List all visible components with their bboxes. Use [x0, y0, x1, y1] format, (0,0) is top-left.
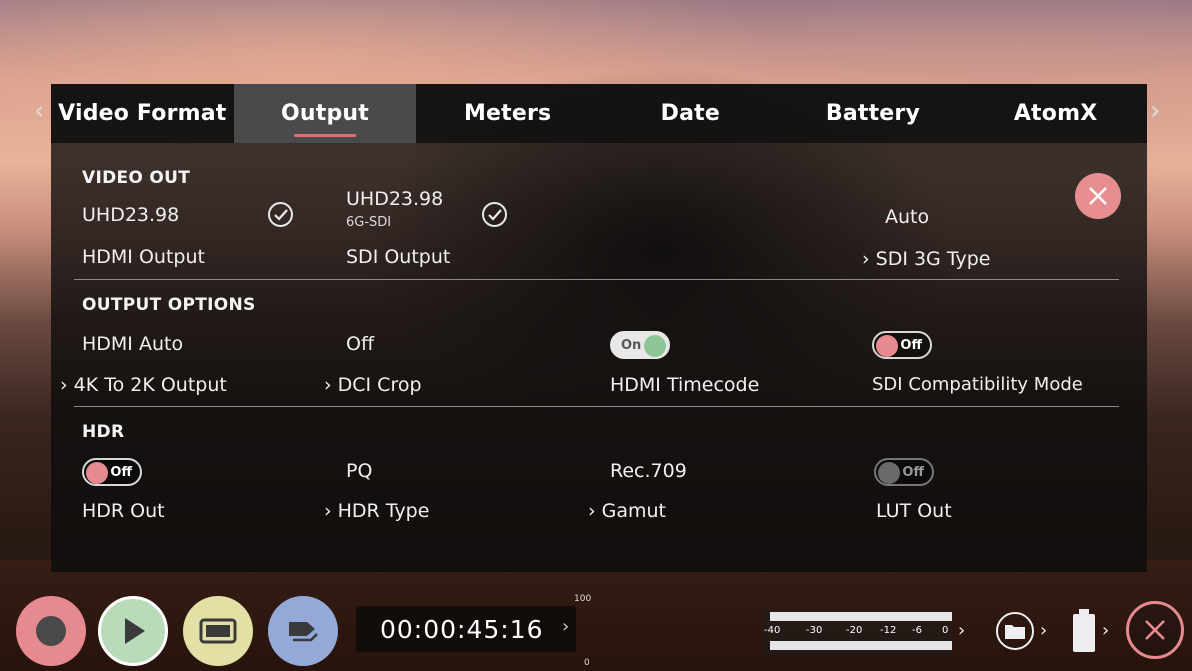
- meter-chevron-icon[interactable]: ›: [958, 620, 965, 641]
- 4k-to-2k-output-value[interactable]: HDMI Auto: [82, 335, 183, 354]
- timecode-display[interactable]: 00:00:45:16: [356, 606, 576, 652]
- gamut-value[interactable]: Rec.709: [610, 462, 687, 481]
- meter-label: -6: [912, 625, 922, 636]
- audio-meter-bar-left: [770, 612, 952, 621]
- media-folder-button[interactable]: [996, 612, 1034, 650]
- sdi-output-value[interactable]: UHD23.98: [346, 190, 443, 209]
- monitor-icon: [199, 618, 237, 644]
- hdr-type-value[interactable]: PQ: [346, 462, 372, 481]
- tab-output[interactable]: Output: [233, 84, 417, 143]
- section-title-output-options: OUTPUT OPTIONS: [82, 295, 256, 315]
- lut-out-label: LUT Out: [876, 500, 952, 522]
- toggle-state: Off: [900, 338, 922, 353]
- dci-crop-value[interactable]: Off: [346, 335, 374, 354]
- toggle-knob: [644, 335, 666, 357]
- toggle-knob: [878, 462, 900, 484]
- tabs-prev-arrow[interactable]: ‹: [34, 96, 44, 126]
- section-title-hdr: HDR: [82, 422, 125, 442]
- exit-button[interactable]: [1126, 601, 1184, 659]
- divider: [74, 406, 1119, 407]
- tag-button[interactable]: [268, 596, 338, 666]
- sdi-output-label[interactable]: SDI Output: [346, 248, 450, 267]
- battery-button[interactable]: [1070, 608, 1098, 654]
- sdi-output-standard: 6G-SDI: [346, 215, 392, 230]
- hdmi-output-value[interactable]: UHD23.98: [82, 206, 179, 225]
- scale-top-label: 100: [574, 594, 592, 604]
- close-button[interactable]: [1075, 173, 1121, 219]
- monitor-mode-button[interactable]: [183, 596, 253, 666]
- hdmi-output-label[interactable]: HDMI Output: [82, 248, 205, 267]
- hdmi-timecode-toggle[interactable]: On: [610, 331, 670, 359]
- 4k-to-2k-output-label[interactable]: › 4K To 2K Output: [60, 376, 227, 395]
- tag-icon: [289, 622, 318, 642]
- tab-battery[interactable]: Battery: [782, 84, 965, 143]
- record-button[interactable]: [16, 596, 86, 666]
- scale-bottom-label: 0: [584, 658, 590, 668]
- tab-date[interactable]: Date: [599, 84, 782, 143]
- close-icon: [1089, 187, 1107, 205]
- meter-label: -40: [764, 625, 781, 636]
- gamut-label[interactable]: › Gamut: [588, 502, 666, 521]
- tabs-next-arrow[interactable]: ›: [1150, 96, 1160, 126]
- tab-video-format[interactable]: Video Format: [51, 84, 234, 143]
- folder-icon: [1005, 625, 1025, 639]
- meter-label: -20: [846, 625, 863, 636]
- hdr-out-label: HDR Out: [82, 500, 165, 522]
- folder-chevron-icon[interactable]: ›: [1040, 620, 1047, 641]
- meter-label: -30: [806, 625, 823, 636]
- sdi-3g-type-value[interactable]: Auto: [885, 208, 929, 227]
- audio-meter[interactable]: -40 -30 -20 -12 -6 0: [762, 610, 952, 654]
- settings-panel: [51, 84, 1147, 572]
- close-icon: [1145, 620, 1165, 640]
- hdmi-timecode-label: HDMI Timecode: [610, 374, 760, 396]
- toggle-state: Off: [110, 465, 132, 480]
- check-icon: [482, 202, 507, 227]
- divider: [74, 279, 1119, 280]
- sdi-compatibility-toggle[interactable]: Off: [872, 331, 932, 359]
- battery-chevron-icon[interactable]: ›: [1102, 620, 1109, 641]
- toggle-knob: [86, 462, 108, 484]
- tab-bar: Video Format Output Meters Date Battery …: [51, 84, 1147, 143]
- play-button[interactable]: [98, 596, 168, 666]
- battery-icon: [1073, 609, 1095, 652]
- lut-out-toggle[interactable]: Off: [874, 458, 934, 486]
- timecode-chevron-icon[interactable]: ›: [562, 616, 569, 637]
- dci-crop-label[interactable]: › DCI Crop: [324, 376, 422, 395]
- hdr-out-toggle[interactable]: Off: [82, 458, 142, 486]
- check-icon: [268, 202, 293, 227]
- sdi-compatibility-label: SDI Compatibility Mode: [872, 374, 1083, 395]
- audio-meter-bar-right: [770, 641, 952, 650]
- tab-meters[interactable]: Meters: [416, 84, 599, 143]
- play-icon: [125, 618, 145, 644]
- meter-label: 0: [942, 625, 949, 636]
- record-icon: [36, 616, 66, 646]
- hdr-type-label[interactable]: › HDR Type: [324, 502, 429, 521]
- toggle-state: On: [621, 338, 642, 353]
- meter-label: -12: [880, 625, 897, 636]
- tab-atomx[interactable]: AtomX: [964, 84, 1147, 143]
- sdi-3g-type-label[interactable]: › SDI 3G Type: [862, 250, 990, 269]
- timecode-value: 00:00:45:16: [380, 614, 544, 644]
- toggle-knob: [876, 335, 898, 357]
- toggle-state: Off: [902, 465, 924, 480]
- section-title-video-out: VIDEO OUT: [82, 168, 191, 188]
